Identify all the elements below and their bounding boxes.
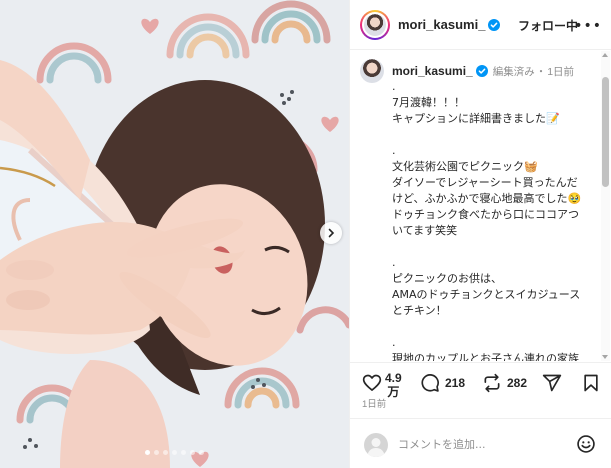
carousel-dot[interactable] (145, 450, 150, 455)
caption-avatar[interactable] (360, 59, 384, 83)
caption-text: . 7月渡韓！！！ キャプションに詳細書きました📝. 文化芸術公園でピクニック🧺 ダイソ… (392, 79, 600, 361)
caption-line (392, 239, 600, 255)
instagram-post: mori_kasumi_ フォロー中 ••• mori_kasumi_ 編集済み… (0, 0, 611, 468)
scroll-thumb[interactable] (602, 77, 609, 187)
repost-button[interactable]: 282 (482, 373, 527, 393)
caption-line: とチキン！ (392, 304, 447, 317)
caption-line: 文化芸術公園でピクニック🧺 (392, 160, 538, 173)
caption-line: 7月渡韓！！！ (392, 96, 465, 109)
caption-scrollbar[interactable] (601, 51, 610, 361)
like-count-unit: 万 (387, 385, 400, 399)
verified-badge-icon (475, 65, 488, 77)
header-username[interactable]: mori_kasumi_ (398, 17, 485, 32)
caption-age: 1日前 (547, 65, 575, 78)
photo-image (0, 0, 349, 468)
heart-icon (362, 374, 382, 391)
post-side-panel: mori_kasumi_ フォロー中 ••• mori_kasumi_ 編集済み… (349, 0, 611, 468)
post-photo[interactable] (0, 0, 349, 468)
scroll-up-arrow[interactable] (602, 53, 608, 57)
scroll-down-arrow[interactable] (602, 355, 608, 359)
carousel-dot[interactable] (190, 450, 195, 455)
comment-input[interactable] (398, 435, 573, 453)
caption-line (392, 127, 600, 143)
caption-line: AMAのドゥチョンクとスイカジュース (392, 288, 581, 301)
carousel-indicator (0, 450, 349, 455)
carousel-dot[interactable] (172, 450, 177, 455)
caption-line (392, 319, 600, 335)
caption-line: キャプションに詳細書きました📝 (392, 112, 560, 125)
caption-line: ドゥチョンク食べたから口にココアつ (392, 208, 579, 221)
caption-separator: ・ (535, 65, 547, 78)
more-icon[interactable]: ••• (574, 18, 602, 34)
caption-line: けど、ふかふかで寝心地最高でした🥹 (392, 192, 582, 205)
action-bar: 4.9 万 218 282 (350, 362, 611, 410)
emoji-button[interactable] (576, 434, 596, 458)
caption-area: mori_kasumi_ 編集済み ・ 1日前 . 7月渡韓！！！ キャプションに詳… (350, 51, 611, 361)
carousel-dot[interactable] (181, 450, 186, 455)
like-count-value: 4.9 (385, 371, 402, 385)
share-button[interactable] (542, 373, 562, 393)
caption-line: . (392, 80, 396, 93)
caption-line: . (392, 336, 396, 349)
verified-badge-icon (488, 18, 501, 31)
carousel-next-button[interactable] (320, 222, 342, 244)
like-count[interactable]: 4.9 万 (385, 371, 402, 399)
user-icon (367, 438, 385, 457)
caption-line: いてます笑笑 (392, 224, 458, 237)
caption-line: ダイソーでレジャーシート買ったんだ (392, 176, 578, 189)
comment-button[interactable]: 218 (420, 373, 465, 393)
save-button[interactable] (582, 373, 600, 393)
repost-icon (484, 373, 500, 393)
like-button[interactable] (362, 373, 382, 393)
save-icon (584, 374, 598, 392)
caption-line: 現地のカップルとお子さん連れの家族 (392, 352, 579, 361)
header-avatar[interactable] (360, 9, 390, 40)
comment-icon (421, 374, 439, 392)
post-timestamp[interactable]: 1日前 (362, 396, 386, 410)
comment-bar (350, 418, 611, 468)
caption-username[interactable]: mori_kasumi_ (392, 64, 473, 78)
caption-line: ピクニックのお供は、 (392, 272, 502, 285)
share-icon (542, 374, 562, 392)
chevron-right-icon (328, 228, 335, 238)
post-header: mori_kasumi_ フォロー中 ••• (350, 0, 611, 50)
caption-line: . (392, 256, 396, 269)
carousel-dot[interactable] (199, 450, 204, 455)
caption-edited: 編集済み (492, 65, 535, 78)
current-user-avatar (364, 433, 388, 457)
repost-count: 282 (507, 376, 528, 390)
carousel-dot[interactable] (154, 450, 159, 455)
following-button[interactable]: フォロー中 (518, 17, 578, 34)
caption-line: . (392, 144, 396, 157)
comment-count: 218 (445, 376, 466, 390)
carousel-dot[interactable] (163, 450, 168, 455)
emoji-icon (577, 435, 595, 453)
